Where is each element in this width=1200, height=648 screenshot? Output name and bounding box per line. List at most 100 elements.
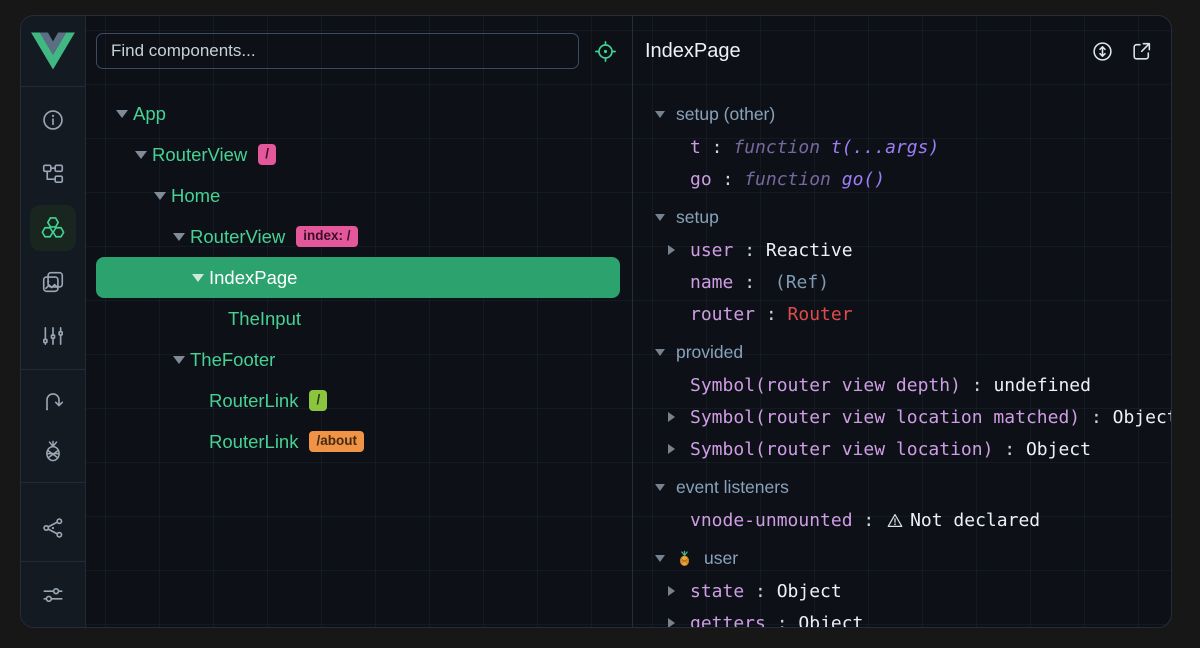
state-row[interactable]: Symbol(router view location) : Object (655, 433, 1171, 465)
tree-row-home[interactable]: Home (86, 175, 632, 216)
state-value: Object (777, 581, 842, 602)
tree-icon (41, 162, 65, 186)
state-value: t(...args) (831, 137, 939, 158)
info-icon (41, 108, 65, 132)
state-key: getters (690, 613, 766, 628)
key-value-separator: : (755, 304, 788, 325)
section-label: setup (other) (676, 104, 775, 125)
inspector-panel: IndexPage setup (other) t : function t(..… (633, 16, 1171, 627)
state-row[interactable]: vnode-unmounted : Not declared (655, 504, 1171, 536)
search-input[interactable] (96, 33, 579, 69)
state-key: name (690, 272, 733, 293)
router-hook-icon (41, 389, 65, 413)
sidebar-tab-info[interactable] (21, 93, 85, 147)
open-in-editor-icon (1130, 40, 1153, 63)
component-name: RouterLink (209, 390, 298, 412)
state-row[interactable]: router : Router (655, 298, 1171, 330)
expander-down-icon[interactable] (173, 233, 190, 241)
expand-right-icon[interactable] (668, 245, 675, 255)
key-value-separator: : (853, 510, 886, 531)
sidebar-tab-timeline[interactable] (21, 309, 85, 363)
state-value: Router (788, 304, 853, 325)
tree-row-app[interactable]: App (86, 93, 632, 134)
key-value-separator: : (701, 137, 734, 158)
expand-right-icon[interactable] (668, 618, 675, 627)
pinia-pineapple-icon (41, 439, 65, 463)
inspect-target-button[interactable] (594, 40, 617, 63)
state-value: Reactive (766, 240, 853, 261)
sidebar-tab-assets[interactable] (21, 255, 85, 309)
key-value-separator: : (744, 581, 777, 602)
key-value-separator: : (733, 272, 766, 293)
sidebar-tab-settings[interactable] (21, 562, 85, 628)
expander-down-icon[interactable] (116, 110, 133, 118)
inspect-target-icon (594, 40, 617, 63)
expand-right-icon[interactable] (668, 444, 675, 454)
expand-right-icon[interactable] (668, 586, 675, 596)
tree-row-routerview[interactable]: RouterViewindex: / (86, 216, 632, 257)
scroll-to-component-button[interactable] (1091, 40, 1114, 63)
tree-row-theinput[interactable]: TheInput (86, 298, 632, 339)
component-name: RouterLink (209, 431, 298, 453)
assets-icon (41, 270, 65, 294)
state-key: Symbol(router view depth) (690, 375, 961, 396)
sidebar-tab-router[interactable] (21, 376, 85, 426)
component-name: Home (171, 185, 220, 207)
state-value: undefined (993, 375, 1091, 396)
sidebar-tab-inspector-tree[interactable] (21, 147, 85, 201)
state-key: t (690, 137, 701, 158)
section-header-setup[interactable]: setup (655, 201, 1171, 234)
state-value: (Ref) (775, 272, 829, 293)
state-row[interactable]: go : function go() (655, 163, 1171, 195)
state-row[interactable]: Symbol(router view location matched) : O… (655, 401, 1171, 433)
route-badge: / (309, 390, 327, 411)
vue-logo (21, 16, 85, 86)
key-value-separator: : (1080, 407, 1113, 428)
key-value-separator: : (712, 169, 745, 190)
inspector-body: setup (other)t : function t(...args)go :… (633, 86, 1171, 627)
scroll-to-component-icon (1091, 40, 1114, 63)
tree-row-routerlink[interactable]: RouterLink/about (86, 421, 632, 462)
expand-right-icon[interactable] (668, 412, 675, 422)
tree-toolbar (86, 16, 632, 86)
tree-row-routerview[interactable]: RouterView/ (86, 134, 632, 175)
selected-component-title: IndexPage (645, 40, 741, 63)
state-row[interactable]: Symbol(router view depth) : undefined (655, 369, 1171, 401)
expander-down-icon[interactable] (154, 192, 171, 200)
state-key: Symbol(router view location) (690, 439, 993, 460)
tree-row-routerlink[interactable]: RouterLink / (86, 380, 632, 421)
sidebar-tab-graph[interactable] (21, 501, 85, 555)
sidebar-tab-components[interactable] (21, 201, 85, 255)
component-name: RouterView (190, 226, 285, 248)
state-value: function (733, 137, 831, 158)
inspector-header: IndexPage (633, 16, 1171, 86)
key-value-separator: : (993, 439, 1026, 460)
tree-row-thefooter[interactable]: TheFooter (86, 339, 632, 380)
collapse-icon (655, 555, 665, 562)
section-header-provided[interactable]: provided (655, 336, 1171, 369)
components-hexagons-icon (40, 215, 66, 241)
state-row[interactable]: name : (Ref) (655, 266, 1171, 298)
state-key: go (690, 169, 712, 190)
state-row[interactable]: t : function t(...args) (655, 131, 1171, 163)
tree-row-indexpage[interactable]: IndexPage (96, 257, 620, 298)
section-label: provided (676, 342, 743, 363)
section-label: setup (676, 207, 719, 228)
route-badge: /about (309, 431, 364, 452)
expander-down-icon[interactable] (173, 356, 190, 364)
sidebar-tab-pinia[interactable] (21, 426, 85, 476)
component-name: App (133, 103, 166, 125)
state-row[interactable]: user : Reactive (655, 234, 1171, 266)
key-value-separator: : (961, 375, 994, 396)
section-header-event-listeners[interactable]: event listeners (655, 471, 1171, 504)
state-row[interactable]: state : Object (655, 575, 1171, 607)
state-row[interactable]: getters : Object (655, 607, 1171, 627)
state-value: Object (798, 613, 863, 628)
state-key: user (690, 240, 733, 261)
section-header-user[interactable]: user (655, 542, 1171, 575)
expander-down-icon[interactable] (135, 151, 152, 159)
key-value-separator: : (733, 240, 766, 261)
expander-down-icon[interactable] (192, 274, 209, 282)
open-in-editor-button[interactable] (1130, 40, 1153, 63)
section-header-setup-other-[interactable]: setup (other) (655, 98, 1171, 131)
